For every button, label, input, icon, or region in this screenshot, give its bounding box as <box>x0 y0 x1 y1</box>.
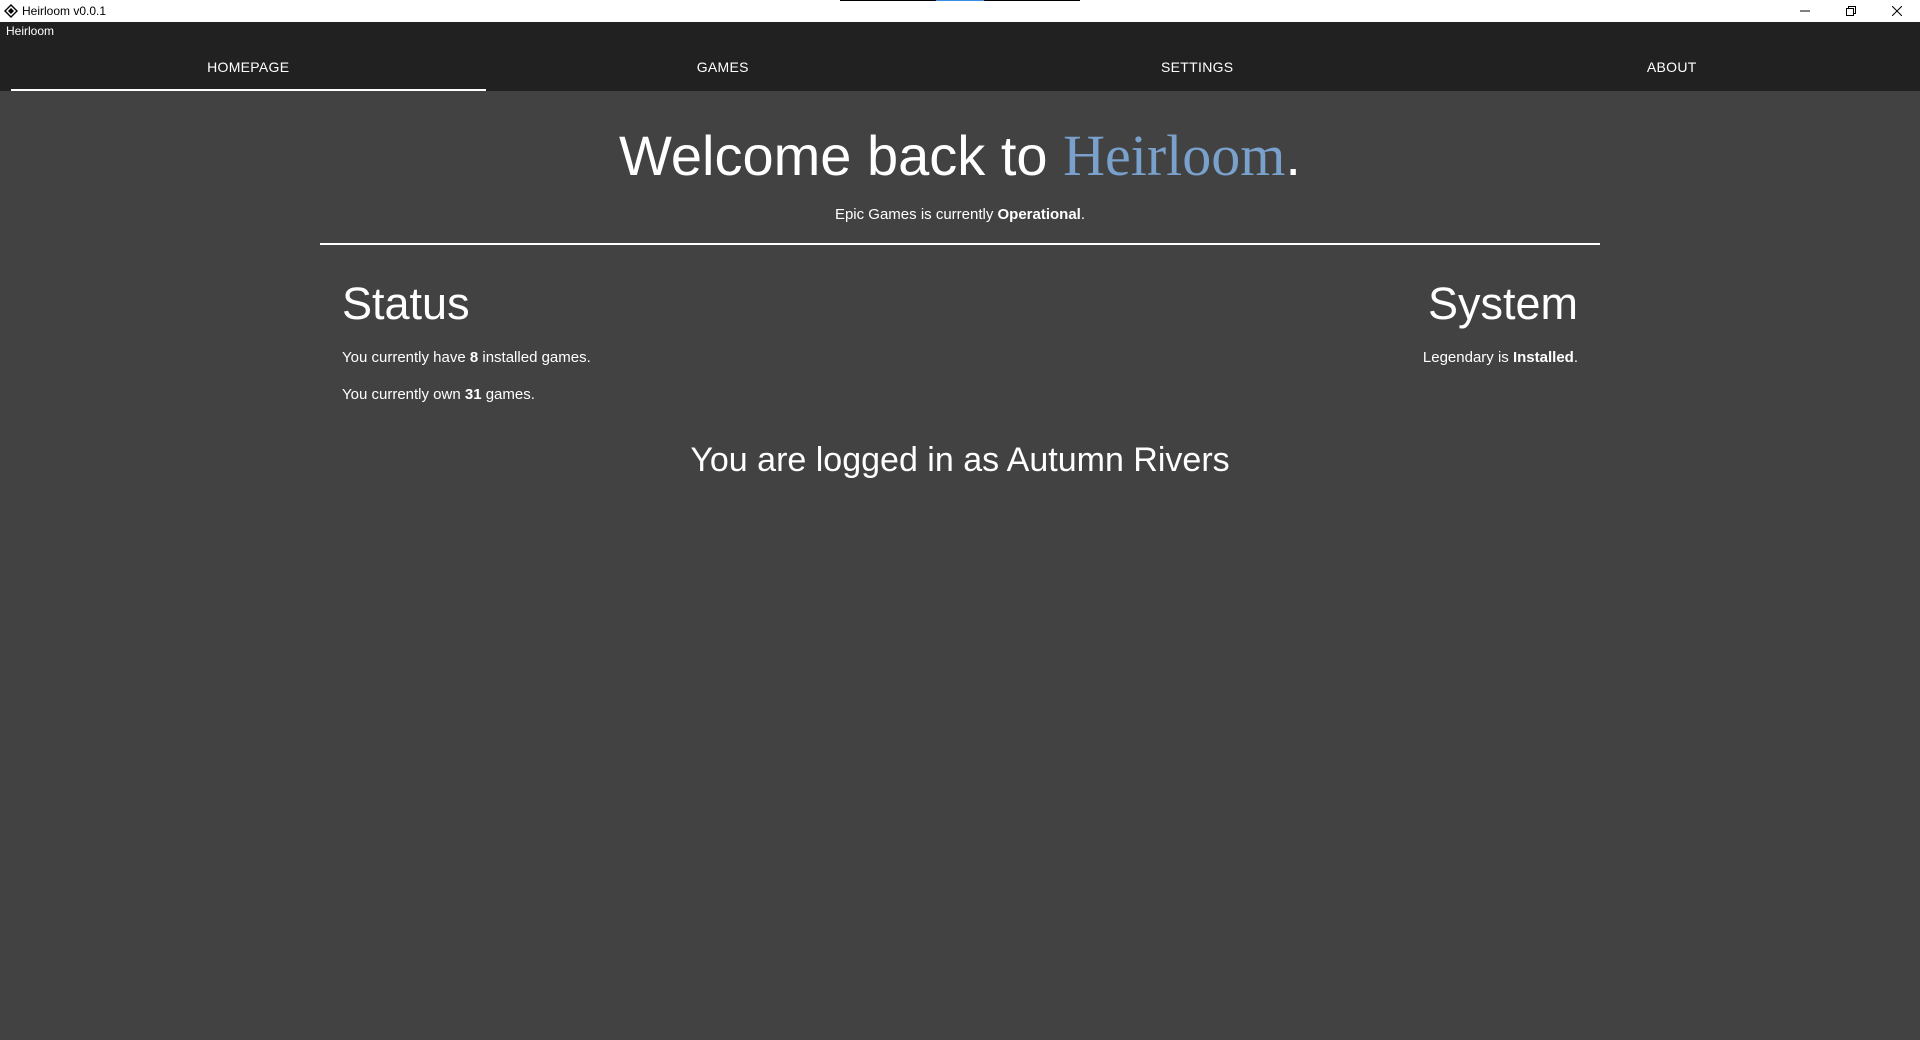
welcome-prefix: Welcome back to <box>619 124 1064 187</box>
tab-settings[interactable]: SETTINGS <box>960 43 1435 91</box>
service-status-value: Operational <box>997 206 1081 223</box>
legendary-suffix: . <box>1573 349 1578 366</box>
installed-prefix: You currently have <box>342 349 470 366</box>
heirloom-diamond-icon <box>4 4 18 18</box>
logged-in-message: You are logged in as Autumn Rivers <box>690 441 1230 479</box>
service-status-line: Epic Games is currently Operational. <box>0 206 1920 223</box>
tab-homepage[interactable]: HOMEPAGE <box>11 43 486 91</box>
status-heading: Status <box>342 278 470 329</box>
tab-games[interactable]: GAMES <box>486 43 961 91</box>
legendary-prefix: Legendary is <box>1422 349 1513 366</box>
title-bar[interactable]: Heirloom v0.0.1 <box>0 0 1920 22</box>
minimize-icon <box>1800 6 1810 16</box>
installed-games-line: You currently have 8 installed games. <box>342 349 591 366</box>
app-window: Heirloom v0.0.1 Heirloom HOMEPAGE GAMES … <box>0 0 1920 1040</box>
app-bar: Heirloom HOMEPAGE GAMES SETTINGS ABOUT <box>0 22 1920 91</box>
minimize-button[interactable] <box>1782 0 1828 22</box>
system-heading: System <box>1427 278 1578 329</box>
nav-tabs: HOMEPAGE GAMES SETTINGS ABOUT <box>11 43 1909 91</box>
restore-button[interactable] <box>1828 0 1874 22</box>
installed-suffix: installed games. <box>478 349 591 366</box>
owned-count: 31 <box>464 386 482 403</box>
service-status-prefix: Epic Games is currently <box>834 206 998 223</box>
welcome-suffix: . <box>1285 124 1301 187</box>
system-section: System Legendary is Installed. <box>1423 279 1578 386</box>
owned-games-line: You currently own 31 games. <box>342 386 591 403</box>
legendary-status-value: Installed <box>1512 349 1574 366</box>
close-icon <box>1892 6 1902 16</box>
owned-prefix: You currently own <box>342 386 465 403</box>
legendary-status-line: Legendary is Installed. <box>1423 349 1578 366</box>
homepage-content: Welcome back to Heirloom. Epic Games is … <box>0 91 1920 1040</box>
section-divider <box>320 243 1600 245</box>
owned-suffix: games. <box>481 386 535 403</box>
welcome-brand: Heirloom <box>1063 123 1286 188</box>
service-status-suffix: . <box>1080 206 1086 223</box>
tab-about[interactable]: ABOUT <box>1435 43 1910 91</box>
window-title: Heirloom v0.0.1 <box>22 4 107 18</box>
installed-count: 8 <box>469 349 479 366</box>
window-controls <box>1782 0 1920 22</box>
restore-icon <box>1846 6 1856 16</box>
close-button[interactable] <box>1874 0 1920 22</box>
title-drag-indicator <box>840 0 1080 1</box>
welcome-heading: Welcome back to Heirloom. <box>0 123 1920 189</box>
status-section: Status You currently have 8 installed ga… <box>342 279 591 423</box>
app-name-label: Heirloom <box>6 24 55 38</box>
